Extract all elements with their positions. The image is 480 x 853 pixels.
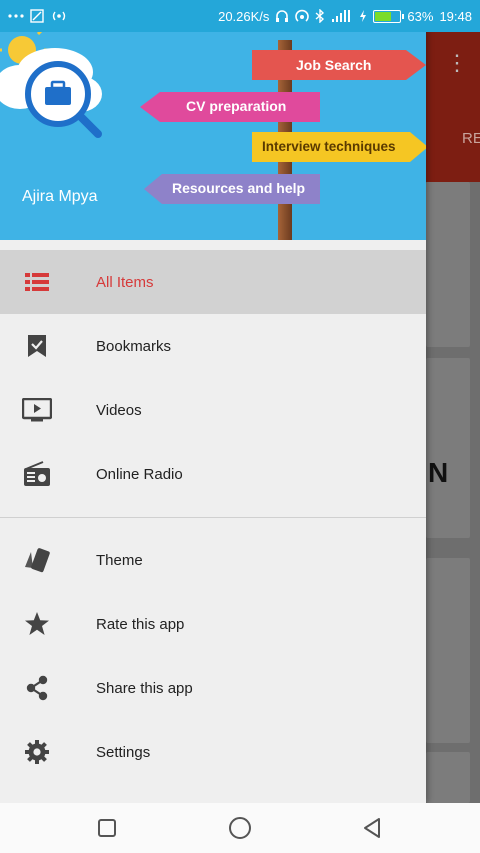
more-notifications-icon bbox=[8, 13, 24, 19]
menu-label: Videos bbox=[96, 401, 142, 419]
drawer-menu: All Items Bookmarks Videos Online Radio bbox=[0, 250, 426, 784]
overflow-menu-icon[interactable]: ⋮ bbox=[446, 51, 468, 73]
background-card[interactable] bbox=[426, 558, 470, 743]
menu-item-rate-this-app[interactable]: Rate this app bbox=[0, 592, 426, 656]
menu-label: All Items bbox=[96, 273, 154, 291]
system-nav-bar bbox=[0, 803, 480, 853]
sign-interview-techniques: Interview techniques bbox=[262, 139, 396, 154]
menu-label: Theme bbox=[96, 551, 143, 569]
network-speed: 20.26K/s bbox=[218, 8, 270, 24]
sign-cv-preparation: CV preparation bbox=[186, 98, 287, 114]
circle-icon bbox=[229, 817, 251, 839]
background-card[interactable] bbox=[426, 358, 470, 538]
back-button[interactable] bbox=[360, 815, 386, 841]
sign-resources-and-help: Resources and help bbox=[172, 180, 306, 196]
signal-icon bbox=[331, 9, 353, 23]
menu-item-settings[interactable]: Settings bbox=[0, 720, 426, 784]
battery-icon bbox=[373, 9, 405, 23]
menu-item-bookmarks[interactable]: Bookmarks bbox=[0, 314, 426, 378]
star-icon bbox=[22, 609, 52, 639]
navigation-drawer: Job Search CV preparation Interview tech… bbox=[0, 0, 426, 803]
clock: 19:48 bbox=[439, 8, 472, 24]
theme-icon bbox=[22, 545, 52, 575]
status-bar: 20.26K/s 63% 19:48 bbox=[0, 0, 480, 32]
charging-icon bbox=[359, 9, 367, 23]
share-icon bbox=[22, 673, 52, 703]
hotspot-icon bbox=[50, 9, 68, 23]
bluetooth-icon bbox=[315, 9, 325, 23]
home-button[interactable] bbox=[227, 815, 253, 841]
nfc-icon bbox=[295, 9, 310, 23]
recent-apps-button[interactable] bbox=[94, 815, 120, 841]
menu-item-online-radio[interactable]: Online Radio bbox=[0, 442, 426, 506]
menu-label: Bookmarks bbox=[96, 337, 172, 355]
background-card-letter: N bbox=[428, 457, 449, 488]
battery-fill bbox=[375, 11, 391, 21]
menu-label: Share this app bbox=[96, 679, 193, 697]
menu-label: Rate this app bbox=[96, 615, 185, 633]
radio-icon bbox=[22, 459, 52, 489]
square-icon bbox=[98, 819, 116, 837]
triangle-back-icon bbox=[364, 818, 380, 838]
menu-item-theme[interactable]: Theme bbox=[0, 528, 426, 592]
screen-cast-icon bbox=[30, 9, 44, 23]
menu-label: Settings bbox=[96, 743, 151, 761]
battery-percent: 63% bbox=[407, 8, 434, 24]
sign-job-search: Job Search bbox=[296, 57, 372, 73]
video-icon bbox=[22, 395, 52, 425]
menu-item-share-this-app[interactable]: Share this app bbox=[0, 656, 426, 720]
background-card[interactable] bbox=[426, 752, 470, 803]
list-icon bbox=[22, 267, 52, 297]
menu-item-videos[interactable]: Videos bbox=[0, 378, 426, 442]
drawer-header: Job Search CV preparation Interview tech… bbox=[0, 32, 426, 240]
menu-item-all-items[interactable]: All Items bbox=[0, 250, 426, 314]
gear-icon bbox=[22, 737, 52, 767]
background-card[interactable] bbox=[426, 182, 470, 347]
app-name: Ajira Mpya bbox=[22, 188, 98, 205]
menu-label: Online Radio bbox=[96, 465, 183, 483]
headset-icon bbox=[275, 9, 289, 23]
menu-divider bbox=[0, 517, 426, 518]
bookmark-icon bbox=[22, 331, 52, 361]
background-tab[interactable]: RE bbox=[462, 130, 480, 147]
